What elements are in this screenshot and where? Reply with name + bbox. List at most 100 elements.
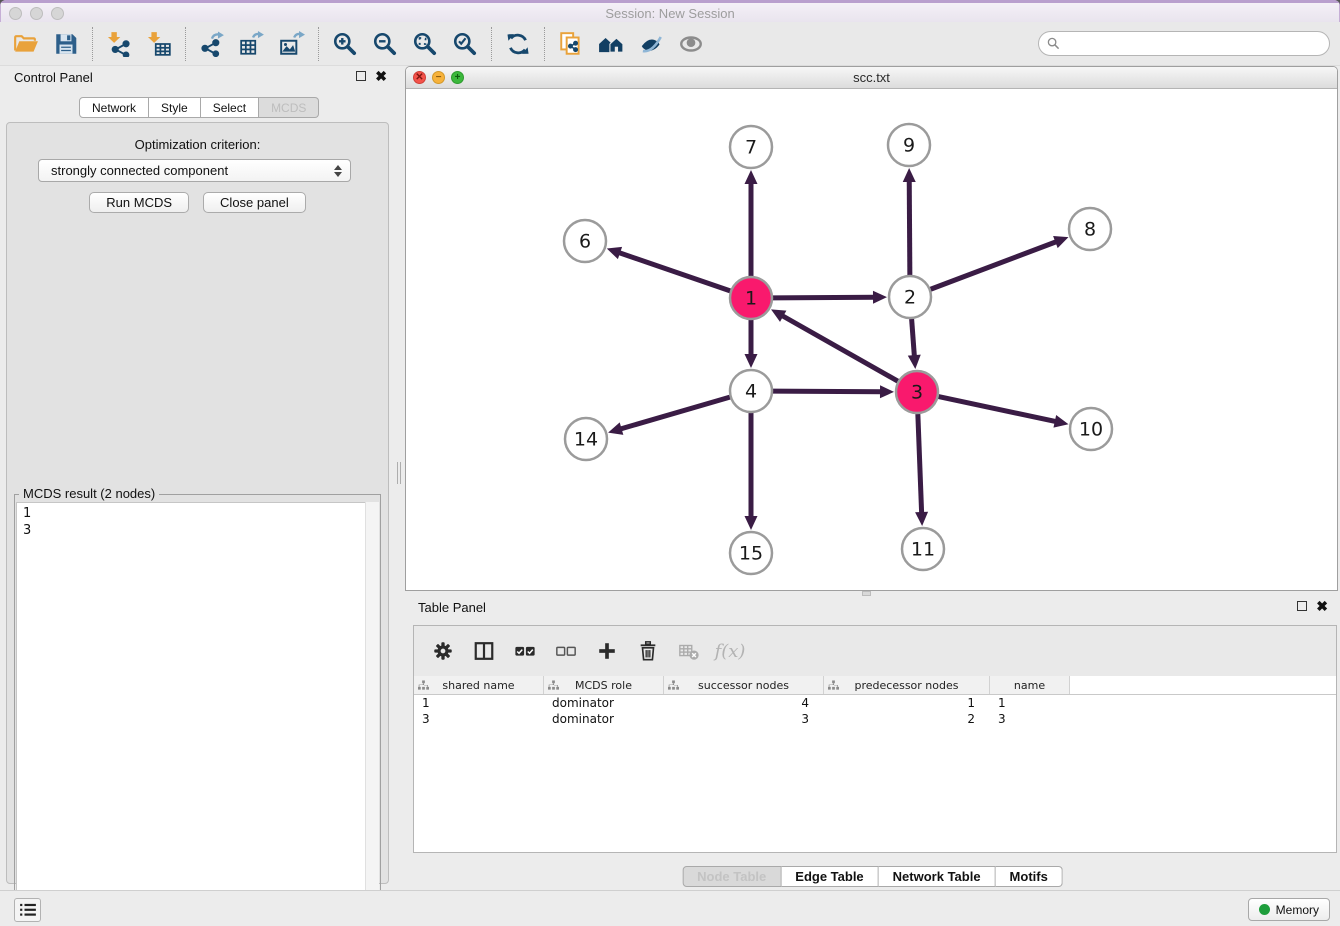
graph-node-1[interactable]: 1: [730, 277, 772, 319]
export-network-button[interactable]: [192, 25, 232, 63]
tab-mcds[interactable]: MCDS: [259, 97, 319, 118]
graph-node-3[interactable]: 3: [896, 371, 938, 413]
export-table-icon: [239, 31, 265, 57]
mcds-result-textarea[interactable]: 13: [16, 502, 379, 926]
graph-node-4[interactable]: 4: [730, 370, 772, 412]
table-options-button[interactable]: [430, 638, 456, 664]
tab-style[interactable]: Style: [149, 97, 201, 118]
graph-node-2[interactable]: 2: [889, 276, 931, 318]
search-input[interactable]: [1065, 37, 1321, 51]
graph-edge-4-14[interactable]: [608, 397, 730, 435]
table-panel-float-icon[interactable]: [1297, 601, 1307, 611]
tab-edge-table[interactable]: Edge Table: [781, 866, 878, 887]
graph-edge-4-3[interactable]: [773, 385, 894, 398]
open-session-button[interactable]: [6, 25, 46, 63]
task-history-button[interactable]: [14, 898, 41, 922]
network-graph-svg[interactable]: 7 9 6 8 1 2 4 3 14 10 15 11: [406, 89, 1337, 590]
export-image-button[interactable]: [272, 25, 312, 63]
delete-table-button[interactable]: [676, 638, 702, 664]
import-table-button[interactable]: [139, 25, 179, 63]
graph-node-15[interactable]: 15: [730, 532, 772, 574]
memory-label: Memory: [1276, 903, 1319, 917]
two-houses-icon: [598, 31, 624, 57]
export-table-button[interactable]: [232, 25, 272, 63]
create-column-button[interactable]: [594, 638, 620, 664]
graph-node-6[interactable]: 6: [564, 220, 606, 262]
network-window-titlebar[interactable]: ✕ − + scc.txt: [406, 67, 1337, 89]
first-neighbors-button[interactable]: [591, 25, 631, 63]
graph-edge-3-1[interactable]: [771, 309, 898, 381]
graph-node-14[interactable]: 14: [565, 418, 607, 460]
table-cell[interactable]: 1: [824, 695, 990, 711]
close-panel-button[interactable]: Close panel: [203, 192, 306, 213]
zoom-in-button[interactable]: [325, 25, 365, 63]
run-mcds-button[interactable]: Run MCDS: [89, 192, 189, 213]
zoom-out-button[interactable]: [365, 25, 405, 63]
zoom-fit-icon: [412, 31, 438, 57]
memory-button[interactable]: Memory: [1248, 898, 1330, 921]
table-cell[interactable]: 4: [664, 695, 824, 711]
mcds-result-title: MCDS result (2 nodes): [19, 486, 159, 501]
table-cell[interactable]: 2: [824, 711, 990, 727]
table-panel-window-buttons: ✖: [1297, 601, 1328, 611]
graph-edge-2-3[interactable]: [908, 319, 921, 369]
status-bar: Memory: [0, 890, 1340, 926]
vertical-splitter-handle[interactable]: [397, 462, 402, 484]
search-box[interactable]: [1038, 31, 1330, 56]
table-cell[interactable]: dominator: [544, 711, 664, 727]
show-column-panel-button[interactable]: [471, 638, 497, 664]
table-cell[interactable]: 3: [664, 711, 824, 727]
column-header-predecessor-nodes[interactable]: predecessor nodes: [824, 676, 990, 694]
graph-edge-3-10[interactable]: [939, 397, 1069, 428]
criterion-dropdown[interactable]: strongly connected component: [38, 159, 351, 182]
graph-node-9[interactable]: 9: [888, 124, 930, 166]
column-header-MCDS-role[interactable]: MCDS role: [544, 676, 664, 694]
table-cell[interactable]: 3: [990, 711, 1070, 727]
control-panel-float-icon[interactable]: [356, 71, 366, 81]
toolbar-separator: [544, 27, 545, 61]
unselect-all-columns-button[interactable]: [553, 638, 579, 664]
apply-layout-button[interactable]: [498, 25, 538, 63]
column-header-name[interactable]: name: [990, 676, 1070, 694]
result-scrollbar[interactable]: [365, 502, 379, 926]
zoom-fit-button[interactable]: [405, 25, 445, 63]
tab-node-table[interactable]: Node Table: [682, 866, 781, 887]
graph-edge-2-8[interactable]: [931, 236, 1069, 289]
graph-node-10[interactable]: 10: [1070, 408, 1112, 450]
column-header-shared-name[interactable]: shared name: [414, 676, 544, 694]
table-panel-close-icon[interactable]: ✖: [1316, 601, 1328, 611]
graph-edge-3-11[interactable]: [915, 414, 928, 526]
delete-columns-button[interactable]: [635, 638, 661, 664]
horizontal-splitter-handle[interactable]: [862, 591, 871, 596]
graph-edge-1-4[interactable]: [745, 320, 758, 368]
table-cell[interactable]: 3: [414, 711, 544, 727]
tab-network[interactable]: Network: [79, 97, 149, 118]
graph-edge-1-7[interactable]: [745, 170, 758, 276]
select-all-columns-button[interactable]: [512, 638, 538, 664]
window-titlebar[interactable]: Session: New Session: [0, 0, 1340, 22]
control-panel-close-icon[interactable]: ✖: [375, 71, 387, 81]
save-session-button[interactable]: [46, 25, 86, 63]
graph-edge-1-6[interactable]: [607, 247, 730, 291]
tab-motifs[interactable]: Motifs: [996, 866, 1063, 887]
function-builder-button[interactable]: f(x): [717, 638, 743, 664]
import-network-button[interactable]: [99, 25, 139, 63]
table-cell[interactable]: dominator: [544, 695, 664, 711]
graph-node-8[interactable]: 8: [1069, 208, 1111, 250]
network-canvas[interactable]: 7 9 6 8 1 2 4 3 14 10 15 11: [406, 89, 1337, 590]
hide-graphics-details-button[interactable]: [631, 25, 671, 63]
graph-edge-4-15[interactable]: [745, 413, 758, 530]
table-cell[interactable]: 1: [990, 695, 1070, 711]
table-cell[interactable]: 1: [414, 695, 544, 711]
zoom-selected-button[interactable]: [445, 25, 485, 63]
tab-select[interactable]: Select: [201, 97, 259, 118]
graph-edge-2-9[interactable]: [903, 168, 916, 275]
column-header-successor-nodes[interactable]: successor nodes: [664, 676, 824, 694]
clone-network-button[interactable]: [551, 25, 591, 63]
graph-node-11[interactable]: 11: [902, 528, 944, 570]
tab-network-table[interactable]: Network Table: [879, 866, 996, 887]
graph-node-7[interactable]: 7: [730, 126, 772, 168]
graph-edge-1-2[interactable]: [773, 291, 887, 304]
birdseye-view-button[interactable]: [671, 25, 711, 63]
control-panel-window-buttons: ✖: [356, 71, 387, 81]
